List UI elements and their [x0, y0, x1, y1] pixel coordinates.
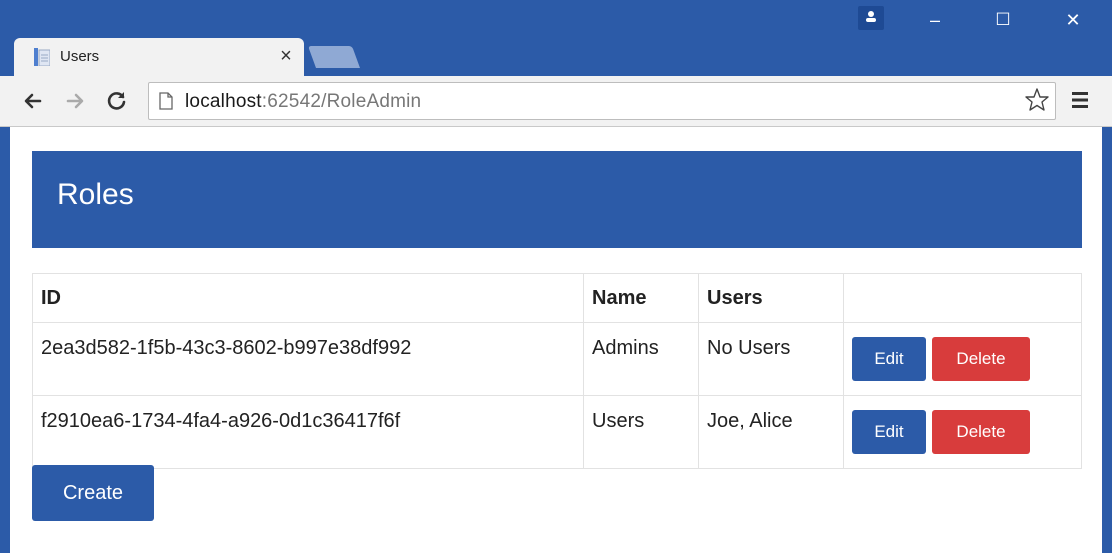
role-users: No Users: [698, 322, 844, 396]
url-path: :62542/RoleAdmin: [261, 91, 422, 112]
column-header-users: Users: [698, 273, 844, 323]
column-header-actions: [843, 273, 1082, 323]
reload-icon[interactable]: [104, 88, 130, 114]
page-title: Roles: [57, 178, 134, 211]
panel-heading: Roles: [32, 151, 1082, 248]
minimize-button[interactable]: –: [912, 0, 958, 40]
maximize-button[interactable]: ☐: [980, 0, 1026, 40]
role-actions: Edit Delete: [843, 395, 1082, 469]
table-header-row: ID Name Users: [32, 273, 1082, 323]
role-id: f2910ea6-1734-4fa4-a926-0d1c36417f6f: [32, 395, 584, 469]
menu-icon[interactable]: [1070, 90, 1090, 115]
edit-button[interactable]: Edit: [852, 410, 926, 454]
column-header-name: Name: [583, 273, 699, 323]
close-window-button[interactable]: ✕: [1050, 0, 1096, 40]
roles-table: ID Name Users 2ea3d582-1f5b-43c3-8602-b9…: [32, 273, 1082, 469]
role-id: 2ea3d582-1f5b-43c3-8602-b997e38df992: [32, 322, 584, 396]
page-icon: [159, 92, 173, 115]
column-header-id: ID: [32, 273, 584, 323]
document-icon: [34, 48, 51, 67]
back-arrow-icon[interactable]: [20, 88, 46, 114]
table-row: 2ea3d582-1f5b-43c3-8602-b997e38df992 Adm…: [32, 322, 1082, 396]
browser-titlebar: Users × – ☐ ✕: [0, 0, 1112, 76]
role-users: Joe, Alice: [698, 395, 844, 469]
table-row: f2910ea6-1734-4fa4-a926-0d1c36417f6f Use…: [32, 395, 1082, 469]
role-name: Admins: [583, 322, 699, 396]
edit-button[interactable]: Edit: [852, 337, 926, 381]
browser-tab[interactable]: Users ×: [14, 38, 304, 76]
role-actions: Edit Delete: [843, 322, 1082, 396]
address-bar[interactable]: localhost:62542/RoleAdmin: [148, 82, 1056, 120]
forward-arrow-icon[interactable]: [62, 88, 88, 114]
create-button[interactable]: Create: [32, 465, 154, 521]
delete-button[interactable]: Delete: [932, 337, 1030, 381]
new-tab-button[interactable]: [307, 46, 361, 68]
url-host: localhost: [185, 91, 262, 112]
delete-button[interactable]: Delete: [932, 410, 1030, 454]
tab-title: Users: [60, 48, 100, 65]
star-icon[interactable]: [1024, 87, 1050, 118]
url-text: localhost:62542/RoleAdmin: [185, 91, 421, 113]
role-name: Users: [583, 395, 699, 469]
user-profile-icon[interactable]: [858, 6, 884, 30]
page-content: Roles ID Name Users 2ea3d582-1f5b-43c3-8…: [10, 127, 1102, 553]
browser-toolbar: localhost:62542/RoleAdmin: [0, 76, 1112, 127]
tab-close-icon[interactable]: ×: [276, 45, 296, 68]
